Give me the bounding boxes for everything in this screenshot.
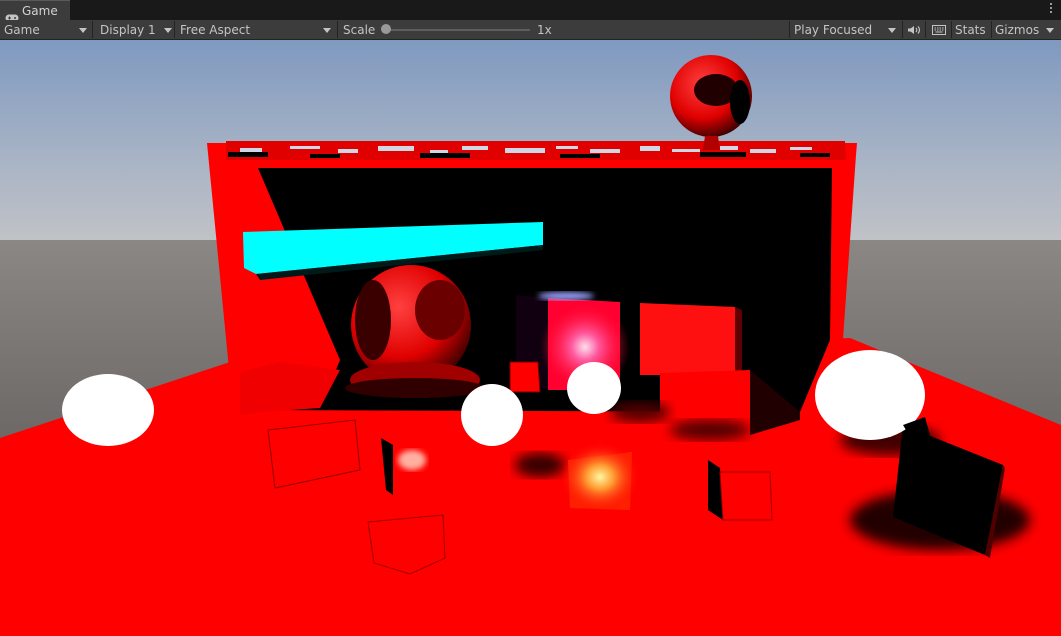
toolbar-divider bbox=[174, 21, 175, 38]
game-toolbar: Game Display 1 Free Aspect Scale 1x Play… bbox=[0, 20, 1061, 40]
tall-block-front bbox=[640, 303, 735, 375]
chevron-down-icon bbox=[1046, 28, 1054, 33]
more-vertical-icon[interactable] bbox=[1049, 3, 1053, 17]
toolbar-divider bbox=[789, 21, 790, 38]
statue-hole-left bbox=[355, 280, 391, 360]
shortcuts-button[interactable] bbox=[929, 20, 949, 39]
toolbar-divider bbox=[902, 21, 903, 38]
floor-shadow bbox=[610, 402, 670, 422]
view-mode-dropdown[interactable]: Game bbox=[4, 20, 92, 39]
pink-cube-top-glow bbox=[538, 292, 594, 300]
gizmos-dropdown[interactable] bbox=[1041, 20, 1059, 39]
toolbar-divider bbox=[991, 21, 992, 38]
toolbar-divider bbox=[92, 21, 93, 38]
chevron-down-icon bbox=[888, 28, 896, 33]
chevron-down-icon bbox=[323, 28, 331, 33]
gamepad-icon bbox=[5, 7, 19, 21]
floor-shadow bbox=[515, 453, 565, 477]
game-view[interactable] bbox=[0, 40, 1061, 636]
speaker-icon bbox=[908, 25, 920, 34]
white-sphere bbox=[567, 362, 621, 414]
tab-bar: Game bbox=[0, 0, 1061, 21]
aspect-dropdown[interactable]: Free Aspect bbox=[180, 20, 337, 39]
scale-label: Scale bbox=[343, 22, 376, 37]
statue-hole-right bbox=[415, 280, 465, 340]
gizmos-button[interactable]: Gizmos bbox=[995, 20, 1041, 39]
top-sphere-hole-right bbox=[730, 80, 750, 124]
scale-value: 1x bbox=[537, 22, 552, 37]
dark-cube-glow bbox=[398, 450, 426, 470]
toolbar-divider bbox=[925, 21, 926, 38]
game-tab[interactable]: Game bbox=[0, 0, 70, 21]
toolbar-divider bbox=[337, 21, 338, 38]
scale-slider-track[interactable] bbox=[386, 29, 530, 31]
aspect-label: Free Aspect bbox=[180, 22, 251, 37]
floor-shadow bbox=[670, 420, 750, 440]
tall-block-shadow bbox=[735, 307, 742, 376]
white-sphere bbox=[62, 374, 154, 446]
statue-base-shadow bbox=[345, 378, 485, 398]
display-label: Display 1 bbox=[100, 22, 156, 37]
right-cube-front bbox=[719, 471, 773, 521]
tab-title: Game bbox=[22, 3, 58, 18]
small-cube bbox=[509, 361, 541, 393]
top-sphere-post bbox=[703, 136, 720, 150]
rendered-scene bbox=[0, 40, 1061, 636]
mute-audio-button[interactable] bbox=[905, 20, 923, 39]
display-dropdown[interactable]: Display 1 bbox=[100, 20, 174, 39]
toolbar-divider bbox=[951, 21, 952, 38]
chevron-down-icon bbox=[164, 28, 172, 33]
play-mode-label: Play Focused bbox=[794, 22, 873, 37]
chevron-down-icon bbox=[79, 28, 87, 33]
scale-slider-handle[interactable] bbox=[381, 24, 391, 34]
view-mode-label: Game bbox=[4, 22, 40, 37]
yellow-glow bbox=[560, 442, 640, 512]
play-mode-dropdown[interactable]: Play Focused bbox=[794, 20, 900, 39]
stats-button[interactable]: Stats bbox=[955, 20, 989, 39]
keyboard-icon bbox=[932, 24, 946, 35]
white-sphere bbox=[461, 384, 523, 446]
